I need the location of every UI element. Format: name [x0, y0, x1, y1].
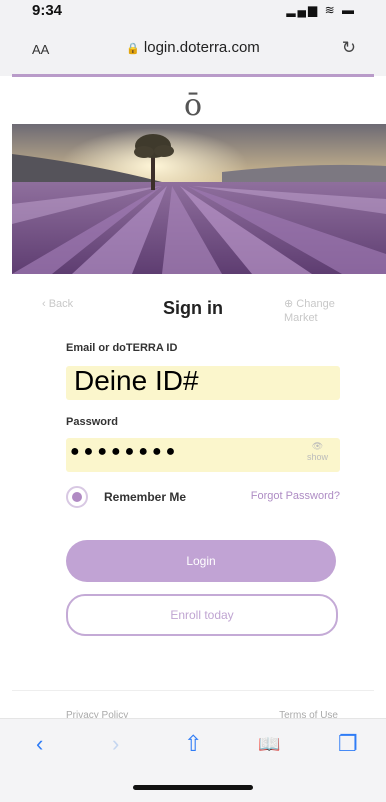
home-indicator [133, 785, 253, 790]
reload-icon[interactable]: ↻ [342, 38, 356, 58]
hero-image [12, 124, 386, 274]
status-bar: 9:34 ▂▄▆ ≋ ▬ [0, 0, 386, 22]
forgot-password-link[interactable]: Forgot Password? [251, 490, 340, 502]
address-bar[interactable]: AA 🔒 login.doterra.com ↻ [0, 22, 386, 76]
header-divider [12, 74, 374, 77]
lock-icon: 🔒 [126, 43, 140, 55]
url-display[interactable]: 🔒 login.doterra.com [0, 39, 386, 56]
bookmarks-icon[interactable]: 📖 [258, 734, 280, 755]
footer-divider [12, 690, 374, 691]
password-value: ●●●●●●●● [70, 443, 180, 460]
show-password-icon[interactable]: 👁 show [307, 441, 328, 462]
doterra-logo: ō [183, 88, 203, 123]
password-field[interactable]: ●●●●●●●● 👁 show [66, 438, 340, 472]
login-button[interactable]: Login [66, 540, 336, 582]
radio-dot [72, 492, 82, 502]
remember-me-radio[interactable] [66, 486, 88, 508]
tabs-icon[interactable]: ❐ [338, 731, 358, 757]
password-label: Password [66, 416, 118, 428]
status-icons: ▂▄▆ ≋ ▬ [286, 3, 356, 17]
email-value: Deine ID# [74, 365, 199, 396]
forward-arrow-icon[interactable]: › [112, 731, 119, 757]
sign-in-nav: ‹ Back Sign in ⊕ Change Market [12, 290, 374, 334]
domain-text: login.doterra.com [143, 39, 260, 56]
remember-me-row: Remember Me Forgot Password? [66, 484, 340, 512]
email-field[interactable]: Deine ID# [66, 365, 340, 400]
back-arrow-icon[interactable]: ‹ [36, 731, 43, 757]
enroll-button[interactable]: Enroll today [66, 594, 338, 636]
change-market-link[interactable]: ⊕ Change Market [284, 297, 354, 325]
share-icon[interactable]: ⇧ [184, 731, 202, 757]
remember-me-label[interactable]: Remember Me [104, 490, 186, 504]
email-label: Email or doTERRA ID [66, 342, 178, 354]
status-time: 9:34 [32, 2, 63, 19]
show-password-label: show [306, 452, 328, 462]
